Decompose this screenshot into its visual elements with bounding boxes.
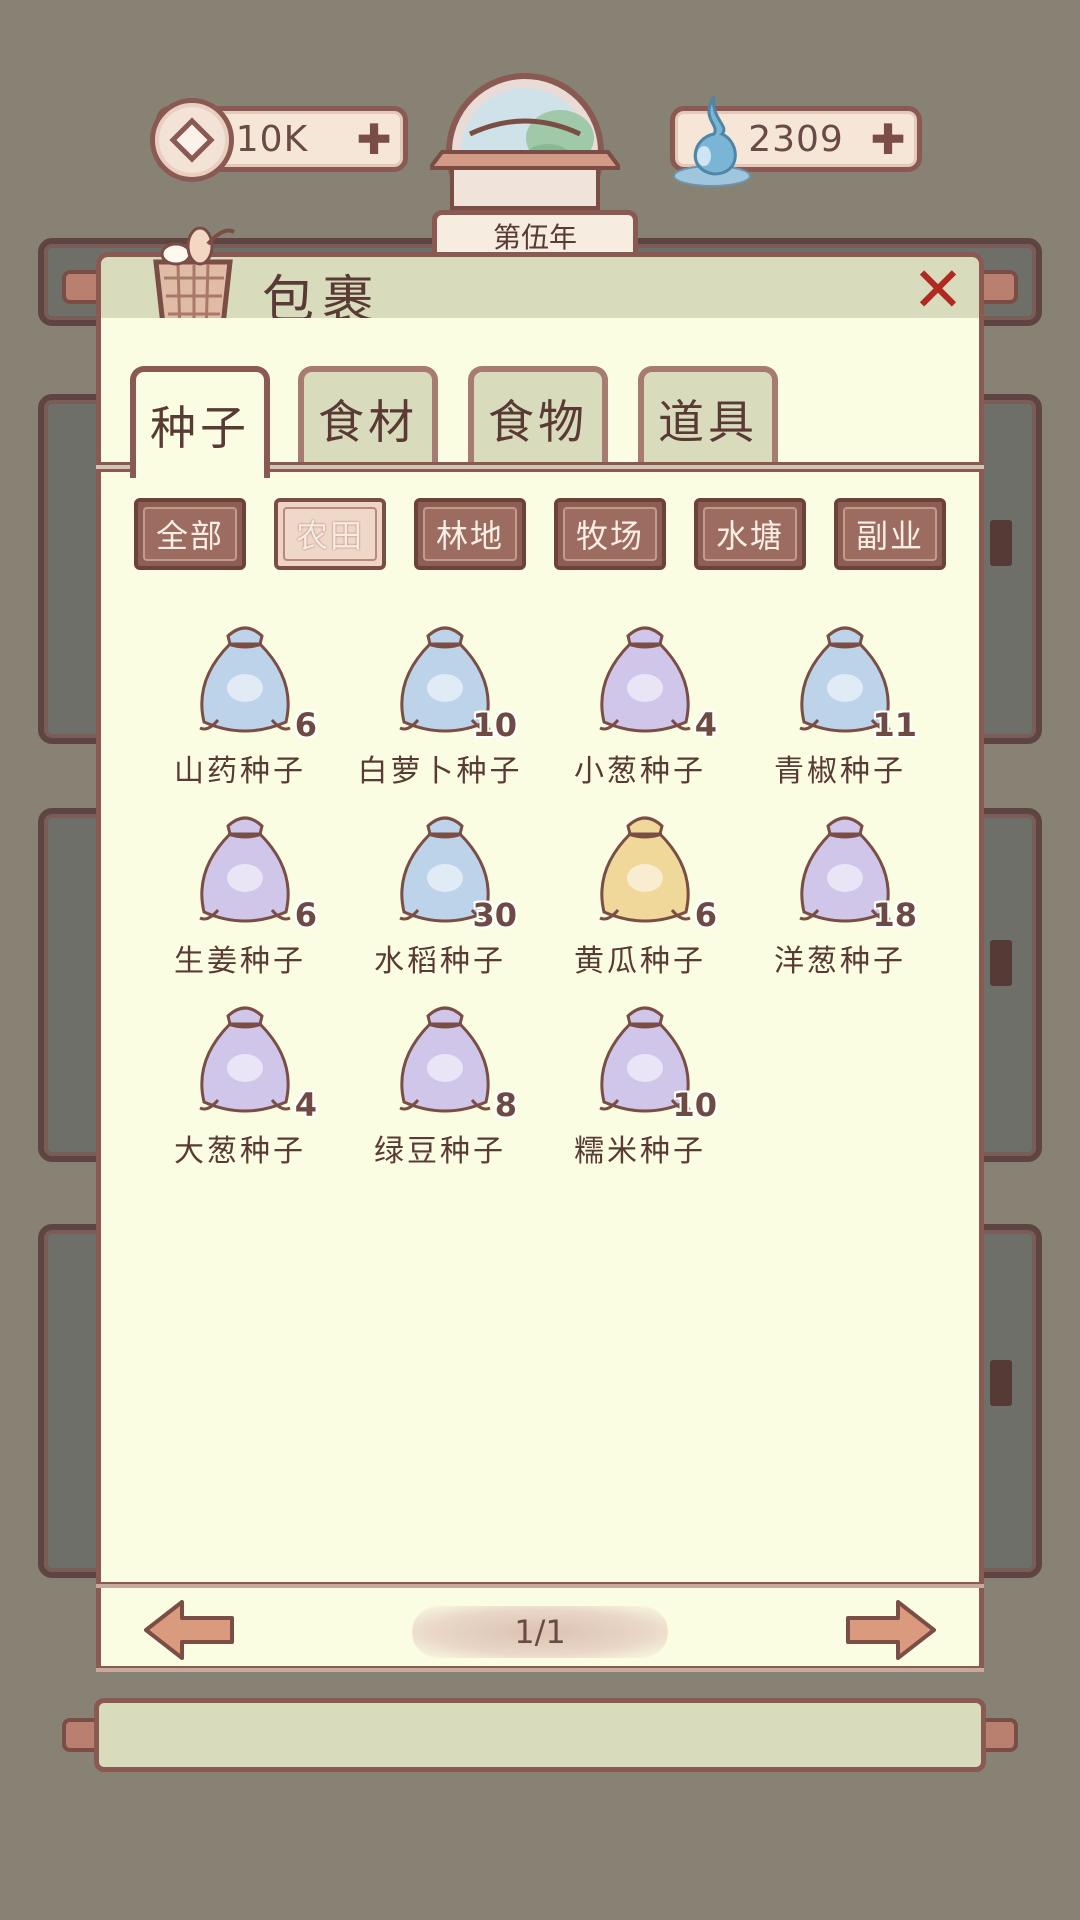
close-button[interactable]: ✕ (910, 259, 966, 321)
filter-pasture[interactable]: 牧场 (554, 498, 666, 570)
inventory-item[interactable]: 8 绿豆种子 (345, 990, 535, 1170)
filter-label: 林地 (423, 507, 517, 561)
inventory-item[interactable]: 6 山药种子 (145, 610, 335, 790)
item-name: 大葱种子 (174, 1134, 306, 1169)
inventory-item[interactable]: 18 洋葱种子 (745, 800, 935, 980)
item-name: 洋葱种子 (774, 944, 906, 979)
shelf-hook (990, 520, 1012, 566)
next-page-arrow-icon[interactable] (842, 1598, 938, 1662)
item-count: 11 (872, 706, 917, 744)
item-name: 白萝卜种子 (357, 754, 523, 789)
filter-all[interactable]: 全部 (134, 498, 246, 570)
item-count: 6 (294, 706, 317, 744)
coin-icon (150, 98, 234, 182)
filter-label: 全部 (143, 507, 237, 561)
page-indicator: 1/1 (412, 1606, 668, 1658)
tab-seeds[interactable]: 种子 (130, 366, 270, 478)
item-count: 10 (672, 1086, 717, 1124)
inventory-item[interactable]: 30 水稻种子 (345, 800, 535, 980)
inventory-item[interactable]: 4 小葱种子 (545, 610, 735, 790)
shelf-hook (990, 1360, 1012, 1406)
item-count: 4 (294, 1086, 317, 1124)
cucumber-seed-bag-icon (599, 816, 691, 923)
item-count: 18 (872, 896, 917, 934)
inventory-item[interactable]: 6 黄瓜种子 (545, 800, 735, 980)
prev-page-arrow-icon[interactable] (142, 1598, 238, 1662)
ginger-seed-bag-icon (199, 816, 291, 923)
mung-bean-seed-bag-icon (399, 1006, 491, 1113)
item-count: 8 (494, 1086, 517, 1124)
item-name: 青椒种子 (774, 754, 906, 789)
item-count: 6 (694, 896, 717, 934)
tab-tools[interactable]: 道具 (638, 366, 778, 466)
shelf-hook (990, 940, 1012, 986)
item-count: 6 (294, 896, 317, 934)
add-coins-button[interactable]: ✚ (353, 119, 395, 161)
filter-pond[interactable]: 水塘 (694, 498, 806, 570)
item-name: 生姜种子 (174, 944, 306, 979)
inventory-item[interactable]: 4 大葱种子 (145, 990, 335, 1170)
tab-ingredients[interactable]: 食材 (298, 366, 438, 466)
scroll-bottom (94, 1698, 986, 1772)
item-name: 黄瓜种子 (574, 944, 706, 979)
add-water-button[interactable]: ✚ (867, 119, 909, 161)
item-count: 4 (694, 706, 717, 744)
item-name: 水稻种子 (374, 944, 506, 979)
filter-label: 牧场 (563, 507, 657, 561)
inventory-item[interactable]: 10 白萝卜种子 (345, 610, 535, 790)
filter-label: 农田 (283, 507, 377, 561)
tab-food[interactable]: 食物 (468, 366, 608, 466)
item-name: 山药种子 (174, 754, 306, 789)
footer-divider (96, 1582, 984, 1588)
footer-divider (96, 1666, 984, 1672)
filter-sideline[interactable]: 副业 (834, 498, 946, 570)
leek-seed-bag-icon (199, 1006, 291, 1113)
yam-seed-bag-icon (199, 626, 291, 733)
filter-label: 水塘 (703, 507, 797, 561)
filter-farmland[interactable]: 农田 (274, 498, 386, 570)
item-count: 30 (472, 896, 517, 934)
item-name: 绿豆种子 (374, 1134, 506, 1169)
item-name: 糯米种子 (574, 1134, 706, 1169)
filter-label: 副业 (843, 507, 937, 561)
inventory-item[interactable]: 6 生姜种子 (145, 800, 335, 980)
item-count: 10 (472, 706, 517, 744)
inventory-item[interactable]: 11 青椒种子 (745, 610, 935, 790)
scallion-seed-bag-icon (599, 626, 691, 733)
water-drop-icon (673, 95, 751, 187)
filter-woodland[interactable]: 林地 (414, 498, 526, 570)
item-name: 小葱种子 (574, 754, 706, 789)
inventory-item[interactable]: 10 糯米种子 (545, 990, 735, 1170)
